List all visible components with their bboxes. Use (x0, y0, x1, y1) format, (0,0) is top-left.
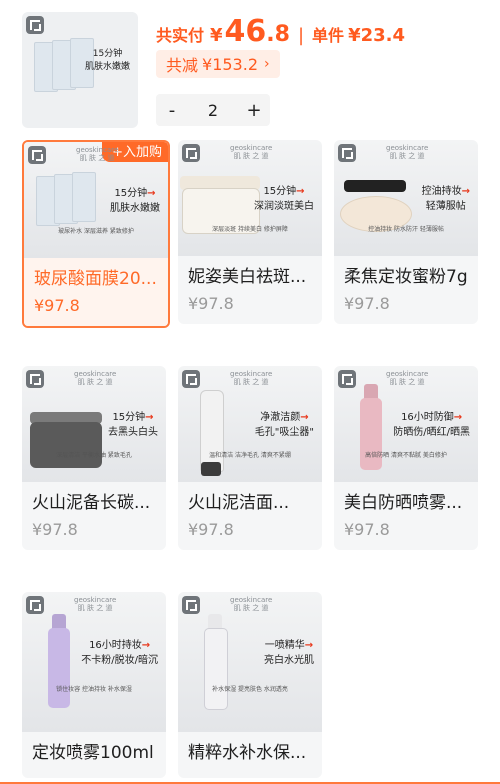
cleanser-tube-image (201, 462, 221, 476)
paid-currency: ¥ (210, 25, 223, 46)
order-summary-header: 15分钟 肌肤水嫩嫩 共实付 ¥ 46 .8 | 单件 ¥23.4 共减 ¥15… (0, 0, 500, 136)
expand-icon[interactable] (26, 370, 44, 388)
product-image: geoskincare 肌 肤 之 道 16小时持妆→ 不卡粉/脱妆/暗沉 锁住妆… (22, 592, 166, 732)
unit-price-value: ¥23.4 (348, 25, 405, 46)
product-info: 火山泥洁面... ¥97.8 (178, 482, 322, 550)
product-features: 深层清洁 平衡水油 紧致毛孔 (56, 452, 132, 459)
product-features: 补水保湿 提亮肤色 水润透亮 (212, 686, 288, 693)
chevron-right-icon: › (264, 56, 270, 72)
product-features: 控油持妆 防水防汗 轻薄服帖 (368, 226, 444, 233)
product-price: ¥97.8 (34, 296, 80, 315)
product-features: 高倍防晒 清爽不黏腻 美白修护 (365, 452, 447, 459)
cleanser-tube-image (200, 390, 224, 472)
product-tagline: 16小时持妆→ 不卡粉/脱妆/暗沉 (81, 640, 158, 666)
expand-icon[interactable] (28, 146, 46, 164)
product-image: geoskincare 肌 肤 之 道 控油持妆→ 轻薄服帖 控油持妆 防水防汗 … (334, 140, 478, 256)
product-image: geoskincare 肌 肤 之 道 16小时防御→ 防晒伤/晒红/晒黑 高倍防… (334, 366, 478, 482)
setting-spray-image (48, 628, 70, 708)
product-tagline: 净澈洁颜→ 毛孔"吸尘器" (254, 412, 314, 438)
price-separator: | (297, 25, 305, 46)
brand-logo: geoskincare 肌 肤 之 道 (386, 144, 429, 160)
product-card[interactable]: geoskincare 肌 肤 之 道 净澈洁颜→ 毛孔"吸尘器" 温和清洁 洁净… (178, 366, 322, 550)
essence-spray-image (204, 628, 228, 710)
decrease-quantity-button[interactable]: - (156, 100, 188, 121)
product-card[interactable]: geoskincare 肌 肤 之 道 15分钟→ 深润淡斑美白 深层淡斑 持续美… (178, 140, 322, 324)
product-card[interactable]: geoskincare 肌 肤 之 道 一喷精华→ 亮白水光肌 补水保湿 提亮肤色… (178, 592, 322, 778)
product-card[interactable]: geoskincare 肌 肤 之 道 15分钟→ 去黑头白头 深层清洁 平衡水油… (22, 366, 166, 550)
product-name: 定妆喷雾100ml (32, 743, 154, 763)
loose-powder-image (344, 180, 406, 192)
product-name: 精粹水补水保... (188, 743, 307, 763)
brand-logo: geoskincare 肌 肤 之 道 (74, 370, 117, 386)
product-name: 妮姿美白祛斑... (188, 267, 307, 287)
product-name: 火山泥洁面... (188, 493, 290, 513)
paid-price-integer: 46 (224, 14, 267, 49)
product-name: 美白防晒喷雾... (344, 493, 463, 513)
product-tagline: 16小时防御→ 防晒伤/晒红/晒黑 (393, 412, 470, 438)
product-price: ¥97.8 (188, 520, 234, 539)
brand-logo: geoskincare 肌 肤 之 道 (76, 146, 119, 162)
product-name: 玻尿酸面膜20... (34, 269, 157, 289)
product-thumbnail: 15分钟 肌肤水嫩嫩 (22, 12, 138, 128)
expand-icon[interactable] (182, 144, 200, 162)
product-tagline: 15分钟→ 肌肤水嫩嫩 (110, 188, 160, 214)
product-image: geoskincare 肌 肤 之 道 一喷精华→ 亮白水光肌 补水保湿 提亮肤色… (178, 592, 322, 732)
paid-price-line: 共实付 ¥ 46 .8 | 单件 ¥23.4 (156, 14, 405, 49)
product-info: 妮姿美白祛斑... ¥97.8 (178, 256, 322, 324)
brand-logo: geoskincare 肌 肤 之 道 (230, 144, 273, 160)
brand-logo: geoskincare 肌 肤 之 道 (230, 596, 273, 612)
product-price: ¥97.8 (188, 294, 234, 313)
discount-badge[interactable]: 共减 ¥153.2 › (156, 50, 280, 78)
product-features: 玻尿补水 深层滋养 紧致修护 (58, 228, 134, 235)
mask-packet-image (72, 172, 96, 222)
product-image: +入加购 geoskincare 肌 肤 之 道 15分钟→ 肌肤水嫩嫩 玻尿补水… (24, 142, 168, 258)
product-features: 深层淡斑 持续美白 修护屏障 (212, 226, 288, 233)
expand-icon[interactable] (182, 596, 200, 614)
unit-price-label: 单件 (312, 26, 345, 45)
product-features: 锁住妆容 控油持妆 补水保湿 (56, 686, 132, 693)
product-card[interactable]: +入加购 geoskincare 肌 肤 之 道 15分钟→ 肌肤水嫩嫩 玻尿补水… (22, 140, 170, 328)
product-image: geoskincare 肌 肤 之 道 净澈洁颜→ 毛孔"吸尘器" 温和清洁 洁净… (178, 366, 322, 482)
product-tagline: 15分钟→ 深润淡斑美白 (254, 186, 314, 212)
product-info: 美白防晒喷雾... ¥97.8 (334, 482, 478, 550)
product-info: 定妆喷雾100ml (22, 732, 166, 778)
product-info: 柔焦定妆蜜粉7g ¥97.8 (334, 256, 478, 324)
brand-logo: geoskincare 肌 肤 之 道 (386, 370, 429, 386)
product-info: 精粹水补水保... (178, 732, 322, 778)
discount-value: ¥153.2 (202, 54, 258, 74)
increase-quantity-button[interactable]: + (238, 100, 270, 121)
paid-price-decimal: .8 (266, 22, 290, 47)
product-card[interactable]: geoskincare 肌 肤 之 道 控油持妆→ 轻薄服帖 控油持妆 防水防汗 … (334, 140, 478, 324)
paid-label: 共实付 (156, 26, 205, 45)
expand-icon[interactable] (26, 16, 44, 34)
discount-label: 共减 (166, 56, 199, 75)
quantity-stepper: - 2 + (156, 94, 270, 126)
expand-icon[interactable] (182, 370, 200, 388)
product-image: geoskincare 肌 肤 之 道 15分钟→ 深润淡斑美白 深层淡斑 持续美… (178, 140, 322, 256)
product-features: 温和清洁 洁净毛孔 清爽不紧绷 (209, 452, 291, 459)
brand-logo: geoskincare 肌 肤 之 道 (74, 596, 117, 612)
product-tagline: 一喷精华→ 亮白水光肌 (264, 640, 314, 666)
product-info: 玻尿酸面膜20... ¥97.8 (24, 258, 168, 326)
product-tagline: 控油持妆→ 轻薄服帖 (421, 186, 470, 212)
brand-logo: geoskincare 肌 肤 之 道 (230, 370, 273, 386)
product-image: geoskincare 肌 肤 之 道 15分钟→ 去黑头白头 深层清洁 平衡水油… (22, 366, 166, 482)
product-card[interactable]: geoskincare 肌 肤 之 道 16小时持妆→ 不卡粉/脱妆/暗沉 锁住妆… (22, 592, 166, 778)
expand-icon[interactable] (338, 144, 356, 162)
thumbnail-caption: 15分钟 肌肤水嫩嫩 (84, 49, 130, 72)
product-card[interactable]: geoskincare 肌 肤 之 道 16小时防御→ 防晒伤/晒红/晒黑 高倍防… (334, 366, 478, 550)
quantity-value[interactable]: 2 (208, 101, 218, 120)
sunscreen-spray-image (360, 398, 382, 470)
mud-mask-jar-image (30, 422, 102, 468)
product-name: 柔焦定妆蜜粉7g (344, 267, 468, 287)
product-tagline: 15分钟→ 去黑头白头 (108, 412, 158, 438)
product-info: 火山泥备长碳... ¥97.8 (22, 482, 166, 550)
expand-icon[interactable] (338, 370, 356, 388)
product-price: ¥97.8 (344, 520, 390, 539)
product-name: 火山泥备长碳... (32, 493, 151, 513)
product-price: ¥97.8 (32, 520, 78, 539)
expand-icon[interactable] (26, 596, 44, 614)
product-price: ¥97.8 (344, 294, 390, 313)
